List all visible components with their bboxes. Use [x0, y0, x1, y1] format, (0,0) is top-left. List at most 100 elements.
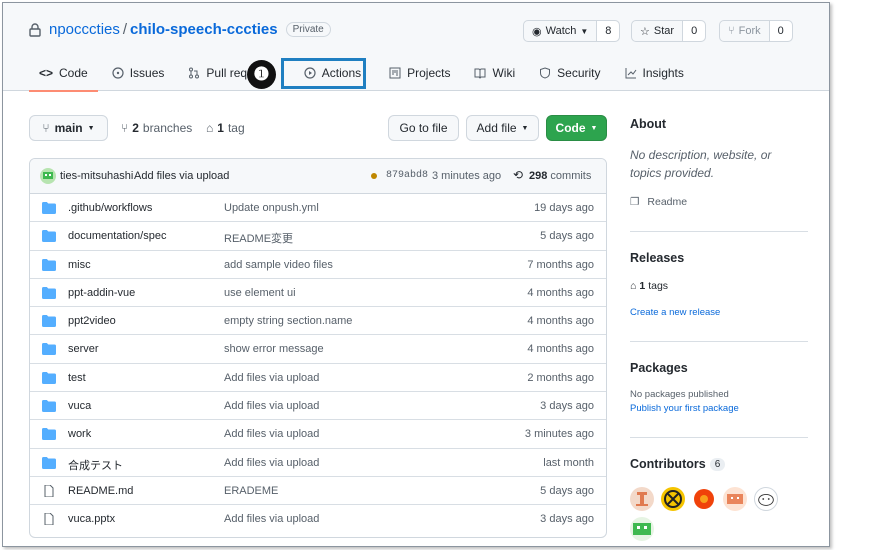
- tab-projects-label: Projects: [407, 66, 451, 80]
- watch-button[interactable]: ◉ Watch ▼ 8: [523, 20, 621, 42]
- chevron-down-icon: ▼: [580, 26, 589, 36]
- add-file-button[interactable]: Add file ▼: [466, 115, 539, 141]
- tags-link-sidebar[interactable]: ⌂ 1 tags: [630, 280, 668, 292]
- branch-icon: ⑂: [42, 121, 50, 135]
- file-name-link[interactable]: 合成テスト: [68, 457, 123, 473]
- file-age: 3 minutes ago: [524, 428, 594, 441]
- commit-message-link[interactable]: empty string section.name: [224, 315, 352, 327]
- file-name-link[interactable]: work: [68, 428, 91, 440]
- table-row[interactable]: .github/workflows Update onpush.yml 19 day…: [30, 194, 606, 223]
- star-count: 0: [682, 21, 706, 41]
- file-list: .github/workflows Update onpush.yml 19 day…: [30, 194, 606, 534]
- repo-owner-link[interactable]: npocccties: [49, 21, 120, 38]
- go-to-file-button[interactable]: Go to file: [388, 115, 459, 141]
- commit-message-link[interactable]: show error message: [224, 343, 324, 355]
- commits-count: 298: [529, 170, 548, 182]
- file-name-link[interactable]: vuca.pptx: [68, 513, 115, 525]
- code-button[interactable]: Code ▼: [546, 115, 607, 141]
- tags-link[interactable]: ⌂ 1 tag: [206, 115, 245, 141]
- avatar[interactable]: [661, 487, 685, 511]
- star-icon: ☆: [640, 25, 650, 38]
- actions-tab-highlight: [281, 58, 366, 89]
- chevron-down-icon: ▼: [590, 124, 598, 132]
- tab-issues[interactable]: Issues: [102, 55, 175, 91]
- tab-security[interactable]: Security: [529, 55, 610, 91]
- commit-message-link[interactable]: Update onpush.yml: [224, 202, 319, 214]
- shield-icon: [540, 67, 551, 79]
- folder-icon: [42, 371, 56, 384]
- table-row[interactable]: vuca Add files via upload 3 days ago: [30, 392, 606, 421]
- table-row[interactable]: README.md ERADEME 5 days ago: [30, 477, 606, 506]
- code-button-label: Code: [555, 121, 586, 135]
- readme-link[interactable]: ❐ Readme: [630, 196, 687, 208]
- star-label: Star: [653, 25, 675, 37]
- visibility-badge: Private: [285, 22, 331, 37]
- create-release-link[interactable]: Create a new release: [630, 307, 720, 318]
- table-row[interactable]: ppt-addin-vue use element ui 4 months ago: [30, 279, 606, 308]
- fork-icon: ⑂: [728, 25, 735, 37]
- commit-sha[interactable]: 879abd8: [386, 170, 428, 181]
- table-row[interactable]: vuca.pptx Add files via upload 3 days ago: [30, 505, 606, 533]
- avatar[interactable]: [723, 487, 747, 511]
- table-row[interactable]: misc add sample video files 7 months ago: [30, 251, 606, 279]
- commit-message[interactable]: Add files via upload: [134, 170, 229, 182]
- file-age: 5 days ago: [540, 230, 594, 243]
- publish-package-link[interactable]: Publish your first package: [630, 403, 739, 414]
- commit-message-link[interactable]: use element ui: [224, 287, 296, 299]
- avatar[interactable]: [630, 517, 654, 541]
- tag-icon: ⌂: [206, 121, 214, 135]
- table-row[interactable]: server show error message 4 months ago: [30, 335, 606, 364]
- commit-message-link[interactable]: add sample video files: [224, 259, 333, 271]
- project-icon: [389, 67, 401, 79]
- code-toolbar: ⑂ main ▼ ⑂ 2 branches ⌂ 1 tag Go to file…: [29, 115, 607, 141]
- commit-message-link[interactable]: Add files via upload: [224, 428, 319, 440]
- file-name-link[interactable]: README.md: [68, 485, 133, 497]
- commits-link[interactable]: 298 commits: [529, 170, 591, 182]
- file-age: 3 days ago: [540, 513, 594, 526]
- table-row[interactable]: test Add files via upload 2 months ago: [30, 364, 606, 393]
- file-name-link[interactable]: .github/workflows: [68, 202, 152, 214]
- packages-heading[interactable]: Packages: [630, 361, 688, 375]
- commit-message-link[interactable]: Add files via upload: [224, 513, 319, 525]
- avatar[interactable]: [40, 168, 56, 184]
- contributors-count: 6: [709, 458, 726, 472]
- fork-label: Fork: [738, 25, 761, 37]
- tab-insights[interactable]: Insights: [615, 55, 694, 91]
- contributors-heading[interactable]: Contributors 6: [630, 457, 726, 472]
- file-age: 3 days ago: [540, 400, 594, 413]
- file-name-link[interactable]: misc: [68, 259, 91, 271]
- commit-message-link[interactable]: ERADEME: [224, 485, 278, 497]
- avatar[interactable]: [754, 487, 778, 511]
- table-row[interactable]: work Add files via upload 3 minutes ago: [30, 420, 606, 449]
- table-row[interactable]: documentation/spec README変更 5 days ago: [30, 222, 606, 251]
- watch-label: Watch: [545, 25, 577, 37]
- branches-label: branches: [142, 121, 193, 135]
- tab-projects[interactable]: Projects: [379, 55, 460, 91]
- avatar[interactable]: [692, 487, 716, 511]
- file-name-link[interactable]: ppt-addin-vue: [68, 287, 135, 299]
- repo-name-link[interactable]: chilo-speech-cccties: [130, 21, 278, 38]
- file-name-link[interactable]: vuca: [68, 400, 91, 412]
- tab-wiki[interactable]: Wiki: [464, 55, 525, 91]
- commit-message-link[interactable]: Add files via upload: [224, 457, 319, 469]
- releases-heading[interactable]: Releases: [630, 251, 684, 265]
- branches-link[interactable]: ⑂ 2 branches: [121, 115, 192, 141]
- commit-message-link[interactable]: README変更: [224, 230, 293, 246]
- table-row[interactable]: 合成テスト Add files via upload last month: [30, 449, 606, 477]
- avatar[interactable]: [630, 487, 654, 511]
- tab-code[interactable]: <> Code: [29, 55, 98, 92]
- file-name-link[interactable]: server: [68, 343, 99, 355]
- file-name-link[interactable]: test: [68, 372, 86, 384]
- commit-message-link[interactable]: Add files via upload: [224, 372, 319, 384]
- commit-message-link[interactable]: Add files via upload: [224, 400, 319, 412]
- file-name-link[interactable]: documentation/spec: [68, 230, 166, 242]
- table-row[interactable]: ppt2video empty string section.name 4 mont…: [30, 307, 606, 336]
- file-name-link[interactable]: ppt2video: [68, 315, 116, 327]
- fork-button[interactable]: ⑂ Fork 0: [719, 20, 793, 42]
- star-button[interactable]: ☆ Star 0: [631, 20, 707, 42]
- branch-select-button[interactable]: ⑂ main ▼: [29, 115, 108, 141]
- divider: [630, 341, 808, 342]
- tab-issues-label: Issues: [129, 66, 165, 80]
- tags-label: tag: [227, 121, 245, 135]
- commit-author[interactable]: ties-mitsuhashi: [60, 170, 133, 182]
